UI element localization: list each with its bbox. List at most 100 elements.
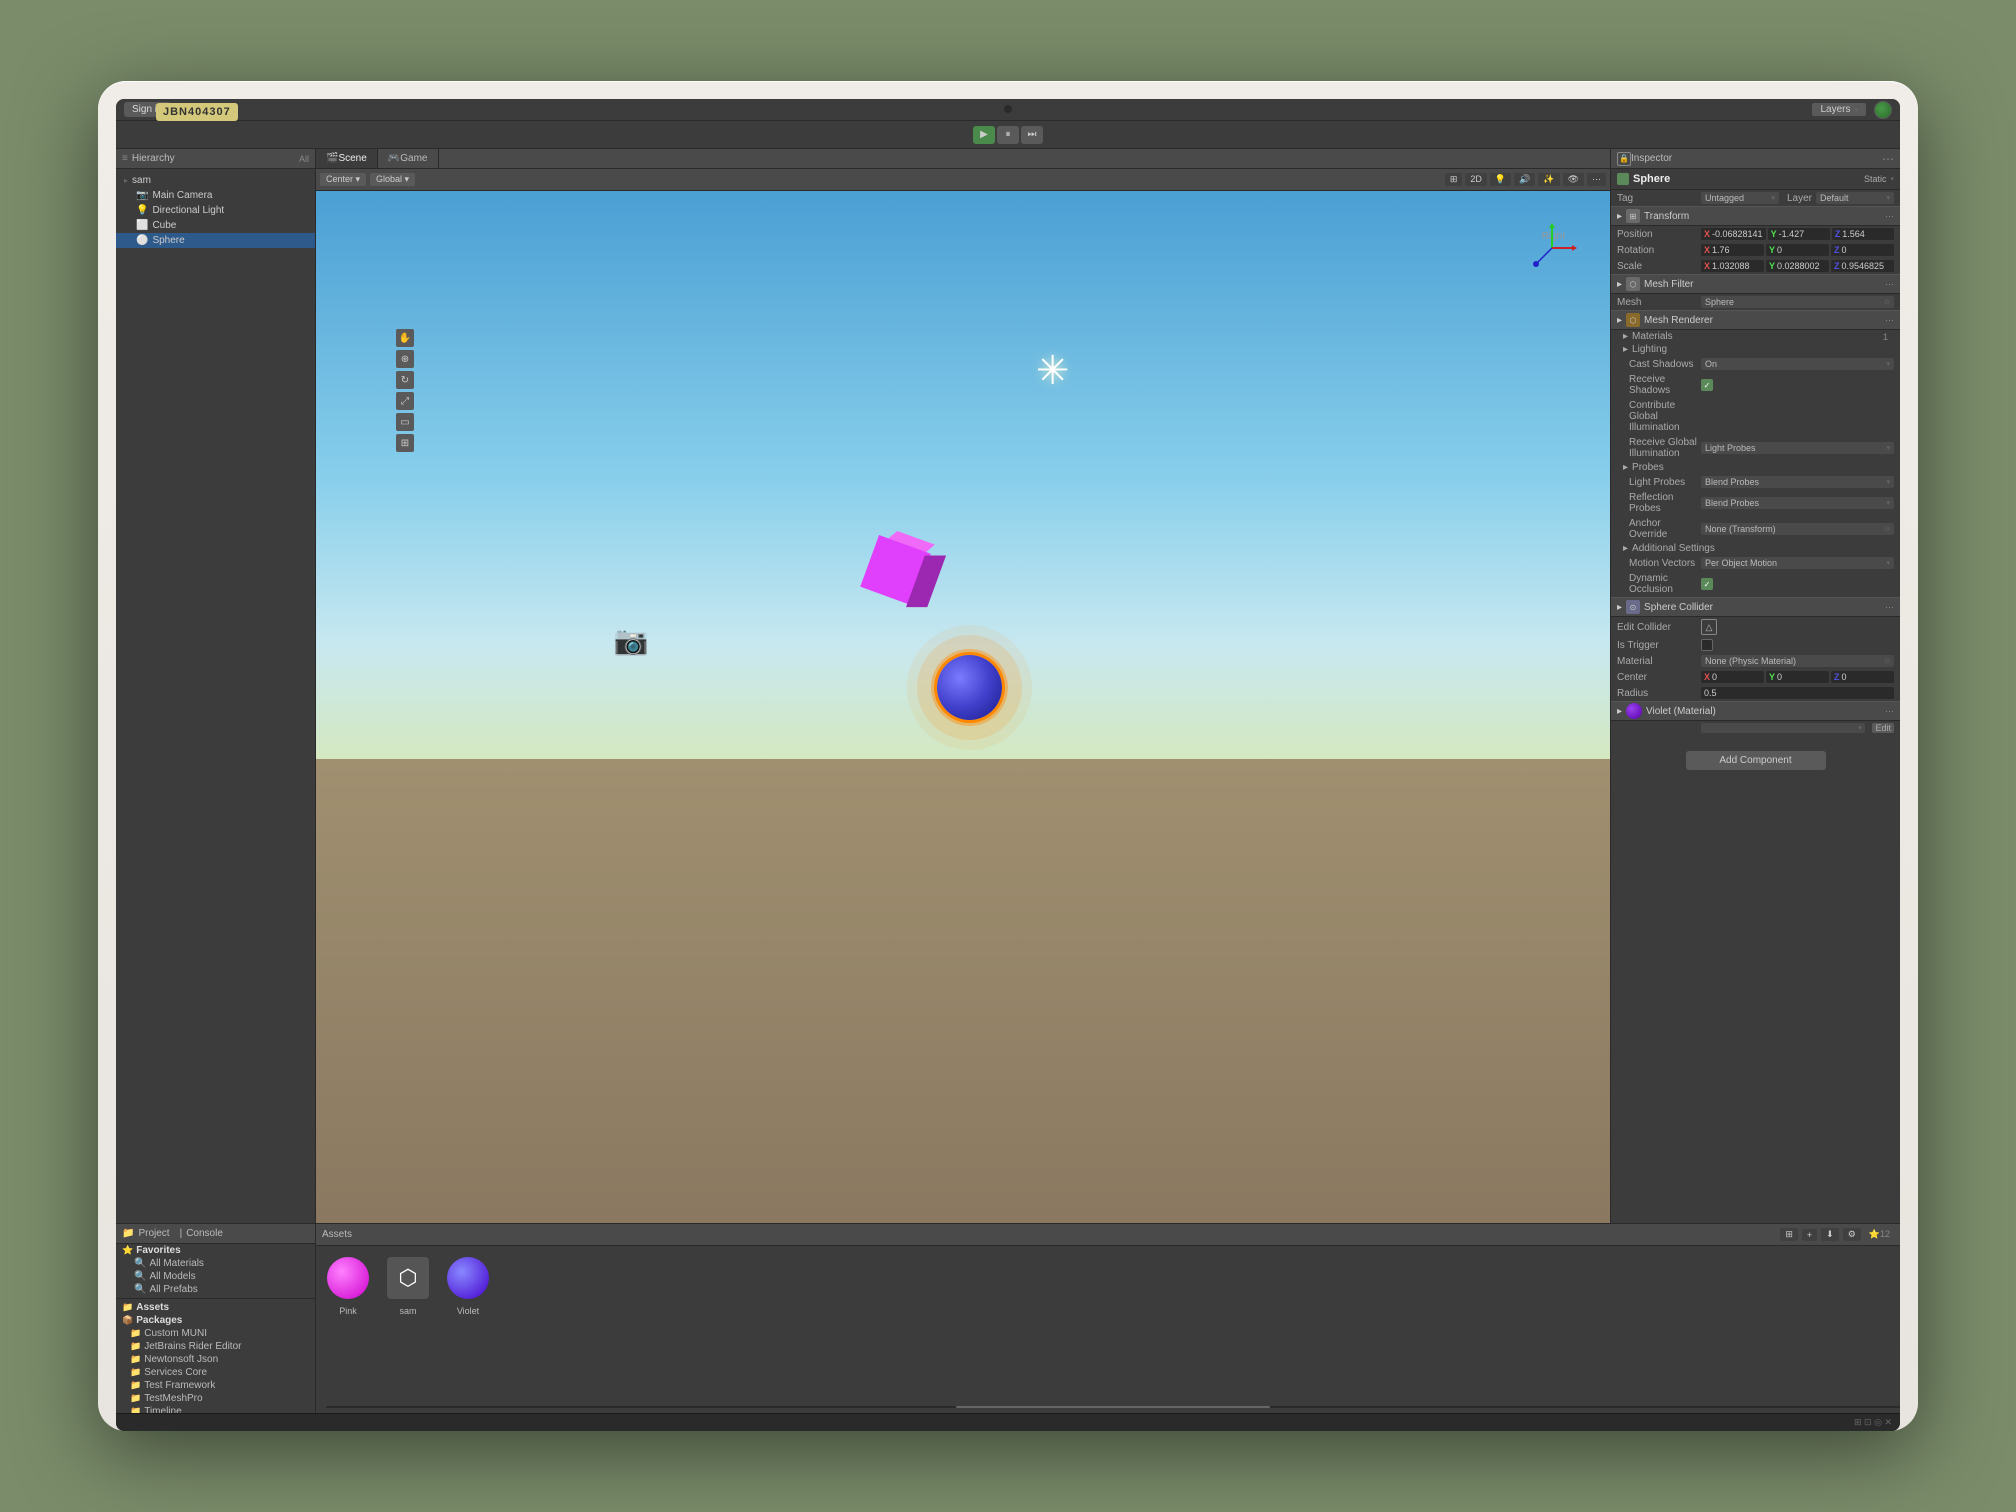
scale-x[interactable]: X 1.032088 <box>1701 260 1764 272</box>
rotation-y[interactable]: Y 0 <box>1766 244 1829 256</box>
tool-move[interactable]: ⊕ <box>396 350 414 368</box>
viewport-btn-more[interactable]: ⋯ <box>1587 173 1606 186</box>
account-icon[interactable] <box>1874 101 1892 119</box>
packages-folder[interactable]: 📦 Packages <box>116 1314 315 1327</box>
scene-viewport[interactable]: ✳ 📷 Right <box>316 191 1610 1223</box>
play-button[interactable]: ▶ <box>973 126 995 144</box>
viewport-btn-audio[interactable]: 🔊 <box>1514 173 1535 186</box>
dynamic-occlusion-checkbox[interactable]: ✓ <box>1701 578 1713 590</box>
edit-collider-btn[interactable]: △ <box>1701 619 1717 635</box>
asset-pink[interactable]: Pink <box>324 1254 372 1316</box>
tool-hand[interactable]: ✋ <box>396 329 414 347</box>
center-x[interactable]: X 0 <box>1701 671 1764 683</box>
newtonsoft-json[interactable]: 📁 Newtonsoft Json <box>116 1353 315 1366</box>
mesh-filter-menu[interactable]: ⋯ <box>1885 279 1894 290</box>
motion-vectors-value[interactable]: Per Object Motion ▾ <box>1701 557 1894 569</box>
custom-muni[interactable]: 📁 Custom MUNI <box>116 1327 315 1340</box>
transform-gizmo[interactable] <box>1525 221 1580 276</box>
light-probes-value[interactable]: Blend Probes ▾ <box>1701 476 1894 488</box>
hierarchy-all[interactable]: All <box>299 154 309 164</box>
position-x[interactable]: X -0.06828141 <box>1701 228 1766 240</box>
center-y[interactable]: Y 0 <box>1766 671 1829 683</box>
assets-folder[interactable]: 📁 Assets <box>116 1301 315 1314</box>
center-dropdown[interactable]: Center ▾ <box>320 173 366 186</box>
hierarchy-item-directional-light[interactable]: 💡 Directional Light <box>116 203 315 218</box>
favorites-header[interactable]: ⭐ Favorites <box>116 1244 315 1257</box>
jetbrains-rider[interactable]: 📁 JetBrains Rider Editor <box>116 1340 315 1353</box>
anchor-override-value[interactable]: None (Transform) ⊙ <box>1701 523 1894 535</box>
sphere-collider-header[interactable]: ▸ ⊙ Sphere Collider ⋯ <box>1611 597 1900 617</box>
receive-gi-value[interactable]: Light Probes ▾ <box>1701 442 1894 454</box>
shader-value[interactable]: ▾ <box>1701 723 1865 733</box>
asset-sam[interactable]: ⬡ sam <box>384 1254 432 1316</box>
assets-import-btn[interactable]: ⬇ <box>1821 1228 1839 1241</box>
tool-transform[interactable]: ⊞ <box>396 434 414 452</box>
violet-material-header[interactable]: ▸ Violet (Material) ⋯ <box>1611 701 1900 721</box>
viewport-btn-hidden[interactable]: 👁 <box>1563 173 1584 186</box>
tool-scale[interactable]: ⤢ <box>396 392 414 410</box>
services-core[interactable]: 📁 Services Core <box>116 1366 315 1379</box>
mesh-renderer-menu[interactable]: ⋯ <box>1885 315 1894 326</box>
layer-dropdown[interactable]: Default ▾ <box>1816 192 1894 204</box>
tool-rotate[interactable]: ↻ <box>396 371 414 389</box>
inspector-menu[interactable]: ⋯ <box>1882 152 1894 166</box>
testmeshpro[interactable]: 📁 TestMeshPro <box>116 1392 315 1405</box>
mesh-renderer-header[interactable]: ▸ ⬡ Mesh Renderer ⋯ <box>1611 310 1900 330</box>
viewport-btn-grid[interactable]: ⊞ <box>1445 173 1463 186</box>
radius-value[interactable]: 0.5 <box>1701 687 1894 699</box>
scale-y[interactable]: Y 0.0288002 <box>1766 260 1829 272</box>
transform-component-header[interactable]: ▸ ⊞ Transform ⋯ <box>1611 206 1900 226</box>
scrollbar-thumb[interactable] <box>956 1406 1271 1408</box>
edit-shader-btn[interactable]: Edit <box>1872 723 1894 733</box>
assets-view-btn[interactable]: ⊞ <box>1780 1228 1798 1241</box>
global-dropdown[interactable]: Global ▾ <box>370 173 415 186</box>
tab-scene[interactable]: 🎬 Scene <box>316 149 378 168</box>
material-menu[interactable]: ⋯ <box>1885 706 1894 717</box>
scale-z[interactable]: Z 0.9546825 <box>1831 260 1894 272</box>
mesh-filter-header[interactable]: ▸ ⬡ Mesh Filter ⋯ <box>1611 274 1900 294</box>
additional-settings-section[interactable]: ▸ Additional Settings <box>1611 542 1900 555</box>
reflection-probes-value[interactable]: Blend Probes ▾ <box>1701 497 1894 509</box>
materials-section[interactable]: ▸ Materials 1 <box>1611 330 1900 343</box>
lock-icon[interactable]: 🔒 <box>1617 152 1631 166</box>
hierarchy-item-cube[interactable]: ⬜ Cube <box>116 218 315 233</box>
collider-material-value[interactable]: None (Physic Material) ⊙ <box>1701 655 1894 667</box>
probes-section[interactable]: ▸ Probes <box>1611 461 1900 474</box>
tab-game[interactable]: 🎮 Game <box>378 149 439 168</box>
layers-dropdown[interactable]: Layers ▾ <box>1812 103 1866 116</box>
viewport-btn-2d[interactable]: 2D <box>1465 173 1487 186</box>
transform-menu[interactable]: ⋯ <box>1885 211 1894 222</box>
timeline[interactable]: 📁 Timeline <box>116 1405 315 1413</box>
asset-violet[interactable]: Violet <box>444 1254 492 1316</box>
position-y[interactable]: Y -1.427 <box>1768 228 1830 240</box>
is-trigger-checkbox[interactable] <box>1701 639 1713 651</box>
assets-settings-btn[interactable]: ⚙ <box>1843 1228 1861 1241</box>
lighting-section[interactable]: ▸ Lighting <box>1611 343 1900 356</box>
step-button[interactable]: ⏭ <box>1021 126 1043 144</box>
mesh-value[interactable]: Sphere ⊙ <box>1701 296 1894 308</box>
assets-add-btn[interactable]: + <box>1802 1229 1817 1241</box>
viewport-btn-effects[interactable]: ✨ <box>1538 173 1559 186</box>
test-framework[interactable]: 📁 Test Framework <box>116 1379 315 1392</box>
assets-scrollbar[interactable] <box>326 1403 1900 1411</box>
cast-shadows-value[interactable]: On ▾ <box>1701 358 1894 370</box>
add-component-button[interactable]: Add Component <box>1686 751 1826 770</box>
all-models[interactable]: 🔍 All Models <box>116 1270 315 1283</box>
viewport-btn-light[interactable]: 💡 <box>1490 173 1511 186</box>
rotation-x[interactable]: X 1.76 <box>1701 244 1764 256</box>
hierarchy-item-sphere[interactable]: ⚪ Sphere <box>116 233 315 248</box>
all-prefabs[interactable]: 🔍 All Prefabs <box>116 1283 315 1296</box>
tool-rect[interactable]: ▭ <box>396 413 414 431</box>
receive-shadows-checkbox[interactable]: ✓ <box>1701 379 1713 391</box>
tag-dropdown[interactable]: Untagged ▾ <box>1701 192 1779 204</box>
collider-menu[interactable]: ⋯ <box>1885 602 1894 613</box>
position-z[interactable]: Z 1.564 <box>1832 228 1894 240</box>
hierarchy-item-main-camera[interactable]: 📷 Main Camera <box>116 188 315 203</box>
object-active-checkbox[interactable] <box>1617 173 1629 185</box>
all-materials[interactable]: 🔍 All Materials <box>116 1257 315 1270</box>
rotation-z[interactable]: Z 0 <box>1831 244 1894 256</box>
pause-button[interactable]: ⏸ <box>997 126 1019 144</box>
center-z[interactable]: Z 0 <box>1831 671 1894 683</box>
hierarchy-item-sam[interactable]: ▸ sam <box>116 173 315 188</box>
static-dropdown-arrow[interactable]: ▾ <box>1890 175 1894 183</box>
